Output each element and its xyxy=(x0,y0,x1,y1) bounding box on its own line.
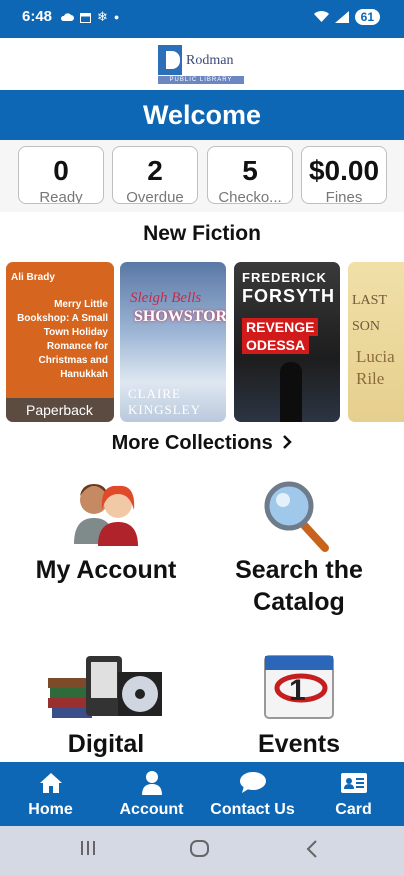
silhouette-image xyxy=(280,362,302,422)
back-icon xyxy=(306,840,317,858)
nav-label: Card xyxy=(335,801,372,818)
book-author: FORSYTH xyxy=(242,286,336,306)
book-cover[interactable]: LAST SON Lucia Rile xyxy=(348,262,404,422)
system-navigation-bar xyxy=(0,826,404,876)
magnifier-icon xyxy=(199,470,399,554)
home-circle-icon xyxy=(190,840,209,857)
people-icon xyxy=(6,470,206,554)
stat-value: 5 xyxy=(242,155,258,186)
nav-account[interactable]: Account xyxy=(101,762,202,826)
recent-apps-button[interactable] xyxy=(80,840,96,861)
book-cover[interactable]: FREDERICK FORSYTH REVENGE ODESSA xyxy=(234,262,340,422)
battery-icon: 61 xyxy=(354,9,380,25)
book-author: CLAIRE KINGSLEY xyxy=(128,386,201,417)
calendar-icon: 1 xyxy=(199,644,399,728)
stat-value: 2 xyxy=(147,155,163,186)
stat-value: $0.00 xyxy=(308,155,380,186)
svg-text:1: 1 xyxy=(289,674,306,707)
digital-media-icon xyxy=(6,644,206,728)
search-catalog-tile[interactable]: Search the Catalog xyxy=(199,470,399,618)
signal-icon xyxy=(334,11,349,23)
book-title: Merry Little Bookshop: A Small Town Holi… xyxy=(17,299,108,380)
book-title: SHOWSTORMS xyxy=(134,308,226,325)
chevron-right-icon xyxy=(283,435,293,449)
digital-tile[interactable]: Digital xyxy=(6,644,206,760)
book-author: Lucia Rile xyxy=(356,347,395,388)
stat-fines[interactable]: $0.00 Fines xyxy=(301,146,387,204)
logo-bar: Rodman PUBLIC LIBRARY xyxy=(0,38,404,90)
book-author: FREDERICK xyxy=(242,270,327,285)
book-title: Sleigh Bells xyxy=(130,290,202,306)
tile-label: Catalog xyxy=(253,588,345,616)
book-carousel[interactable]: Ali Brady Merry Little Bookshop: A Small… xyxy=(0,262,404,424)
status-bar: 6:48 ❄ ● 61 xyxy=(0,0,404,38)
nav-label: Home xyxy=(28,801,73,818)
more-collections-link[interactable]: More Collections xyxy=(0,432,404,455)
system-status-icons: 61 xyxy=(313,9,380,25)
stat-ready[interactable]: 0 Ready xyxy=(18,146,104,204)
home-button[interactable] xyxy=(190,840,210,863)
page-title: Welcome xyxy=(0,90,404,140)
library-logo: Rodman PUBLIC LIBRARY xyxy=(158,45,248,84)
book-cover[interactable]: Sleigh Bells SHOWSTORMS CLAIRE KINGSLEY xyxy=(120,262,226,422)
notification-icons: ❄ ● xyxy=(60,9,119,25)
book-title: ODESSA xyxy=(242,336,310,354)
book-author: Ali Brady xyxy=(11,272,55,283)
nav-card[interactable]: Card xyxy=(303,762,404,826)
tile-label: Events xyxy=(258,730,340,758)
stat-label: Ready xyxy=(39,189,83,204)
stats-row: 0 Ready 2 Overdue 5 Checko... $0.00 Fine… xyxy=(0,140,404,212)
person-icon xyxy=(141,771,162,795)
clock: 6:48 xyxy=(22,8,53,25)
tile-label: Digital xyxy=(67,730,145,758)
back-button[interactable] xyxy=(306,840,318,863)
home-icon xyxy=(39,773,62,793)
logo-subtitle: PUBLIC LIBRARY xyxy=(158,76,244,84)
wifi-icon xyxy=(313,11,329,22)
book-format-badge: Paperback xyxy=(6,398,114,422)
section-title-new-fiction: New Fiction xyxy=(143,222,261,245)
stat-label: Checko... xyxy=(218,189,282,204)
book-title: REVENGE xyxy=(242,318,319,336)
my-account-tile[interactable]: My Account xyxy=(6,470,206,586)
stat-overdue[interactable]: 2 Overdue xyxy=(112,146,198,204)
nav-label: Contact Us xyxy=(210,801,295,818)
more-collections-label: More Collections xyxy=(111,432,273,454)
nav-label: Account xyxy=(119,801,184,818)
calendar-icon xyxy=(80,12,91,23)
stat-value: 0 xyxy=(53,155,69,186)
stat-label: Fines xyxy=(325,189,363,204)
nav-home[interactable]: Home xyxy=(0,762,101,826)
bottom-navigation: Home Account Contact Us Card xyxy=(0,762,404,826)
nav-contact-us[interactable]: Contact Us xyxy=(202,762,303,826)
card-icon xyxy=(340,773,367,793)
dot-icon: ● xyxy=(113,12,120,22)
stat-checkouts[interactable]: 5 Checko... xyxy=(207,146,293,204)
recents-icon xyxy=(81,841,95,855)
chat-icon xyxy=(239,772,266,793)
snowflake-icon: ❄ xyxy=(97,9,108,24)
tile-label: Search the xyxy=(235,556,363,584)
book-title: LAST SON xyxy=(352,293,387,334)
stat-label: Overdue xyxy=(126,189,184,204)
book-cover[interactable]: Ali Brady Merry Little Bookshop: A Small… xyxy=(6,262,114,422)
cloud-icon xyxy=(60,13,74,21)
events-tile[interactable]: 1 Events xyxy=(199,644,399,760)
logo-name: Rodman xyxy=(186,53,234,68)
